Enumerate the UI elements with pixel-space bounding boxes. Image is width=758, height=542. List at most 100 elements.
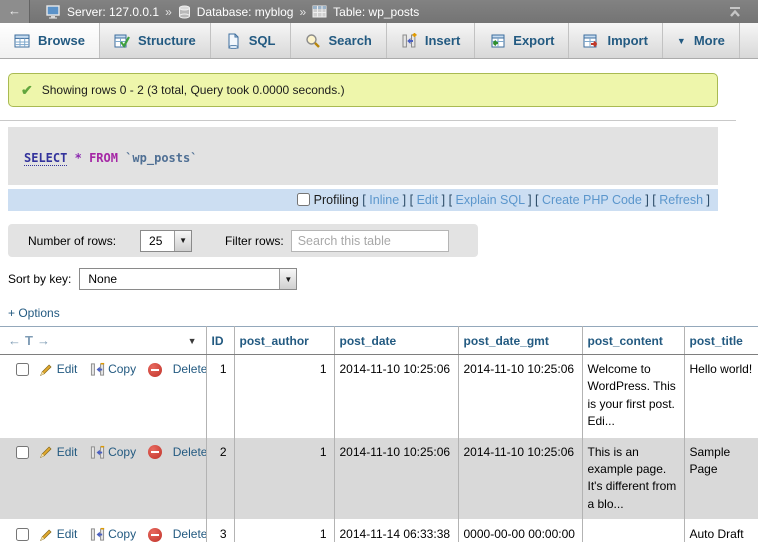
- copy-link[interactable]: Copy: [108, 362, 136, 376]
- edit-link[interactable]: Edit: [57, 362, 78, 376]
- filter-input[interactable]: [291, 230, 449, 252]
- column-header-post-title[interactable]: post_title: [684, 327, 758, 355]
- copy-icon[interactable]: [90, 445, 105, 460]
- cell-post-title: Hello world!: [684, 355, 758, 438]
- sql-query: SELECT * FROM `wp_posts`: [8, 127, 718, 185]
- edit-link[interactable]: Edit: [57, 527, 78, 541]
- column-header-id[interactable]: ID: [206, 327, 234, 355]
- row-select-checkbox[interactable]: [16, 528, 29, 541]
- row-select-checkbox[interactable]: [16, 446, 29, 459]
- delete-icon[interactable]: [148, 445, 162, 459]
- cell-id: 2: [206, 437, 234, 520]
- delete-icon[interactable]: [148, 528, 162, 542]
- row-select-checkbox[interactable]: [16, 363, 29, 376]
- cell-post-date: 2014-11-14 06:33:38: [334, 520, 458, 542]
- cell-post-content: Welcome to WordPress. This is your first…: [582, 355, 684, 438]
- bracket: [: [449, 193, 452, 207]
- breadcrumb-table[interactable]: Table: wp_posts: [333, 5, 419, 19]
- cell-post-content: [582, 520, 684, 542]
- rows-per-page-value: 25: [141, 231, 174, 251]
- column-marker-left-icon[interactable]: ←: [5, 333, 22, 348]
- insert-icon: [401, 33, 417, 49]
- pencil-icon[interactable]: [39, 363, 53, 377]
- row-actions-cell: Edit Copy Delete: [0, 355, 206, 438]
- delete-link[interactable]: Delete: [173, 362, 206, 376]
- status-message: ✔ Showing rows 0 - 2 (3 total, Query too…: [8, 73, 718, 107]
- rows-per-page-select[interactable]: 25 ▼: [140, 230, 192, 252]
- column-header-post-date-gmt[interactable]: post_date_gmt: [458, 327, 582, 355]
- profiling-checkbox[interactable]: [297, 193, 310, 206]
- cell-id: 1: [206, 355, 234, 438]
- sort-key-value: None: [80, 269, 279, 289]
- tab-label: Search: [329, 33, 372, 48]
- bracket: [: [652, 193, 655, 207]
- edit-link[interactable]: Edit: [57, 445, 78, 459]
- cell-post-date-gmt: 2014-11-10 10:25:06: [458, 355, 582, 438]
- column-actions-header[interactable]: ←T→ ▼: [0, 327, 206, 355]
- tab-insert[interactable]: Insert: [387, 23, 475, 58]
- breadcrumb-server[interactable]: Server: 127.0.0.1: [67, 5, 159, 19]
- tab-label: Import: [607, 33, 647, 48]
- browse-icon: [14, 33, 30, 49]
- column-header-post-date[interactable]: post_date: [334, 327, 458, 355]
- create-php-code-link[interactable]: Create PHP Code: [542, 193, 642, 207]
- bracket: [: [535, 193, 538, 207]
- breadcrumb: Server: 127.0.0.1 » Database: myblog » T…: [46, 5, 419, 19]
- bracket: [: [362, 193, 365, 207]
- tab-search[interactable]: Search: [291, 23, 387, 58]
- horizontal-divider: [0, 120, 736, 121]
- breadcrumb-separator: »: [165, 5, 172, 19]
- edit-query-link[interactable]: Edit: [417, 193, 439, 207]
- cell-post-author: 1: [234, 355, 334, 438]
- tab-more[interactable]: ▼ More: [663, 23, 740, 58]
- copy-link[interactable]: Copy: [108, 527, 136, 541]
- delete-link[interactable]: Delete: [173, 527, 206, 541]
- sql-star: *: [75, 151, 82, 165]
- sql-keyword-select[interactable]: SELECT: [24, 151, 67, 166]
- pencil-icon[interactable]: [39, 445, 53, 459]
- column-marker-right-icon[interactable]: →: [34, 333, 51, 348]
- tab-export[interactable]: Export: [475, 23, 569, 58]
- row-controls-bar: Number of rows: 25 ▼ Filter rows:: [8, 224, 478, 257]
- sort-arrow-icon[interactable]: ▼: [188, 336, 197, 346]
- cell-post-title: Sample Page: [684, 437, 758, 520]
- tab-structure[interactable]: Structure: [100, 23, 211, 58]
- copy-icon[interactable]: [90, 362, 105, 377]
- refresh-link[interactable]: Refresh: [659, 193, 703, 207]
- tab-sql[interactable]: SQL: [211, 23, 291, 58]
- table-header-row: ←T→ ▼ ID post_author post_date post_date…: [0, 327, 758, 355]
- pencil-icon[interactable]: [39, 528, 53, 542]
- bracket: ]: [403, 193, 406, 207]
- collapse-icon[interactable]: [728, 5, 742, 18]
- query-options-bar: Profiling [ Inline ] [ Edit ] [ Explain …: [8, 189, 718, 211]
- sort-key-select[interactable]: None ▼: [79, 268, 297, 290]
- tab-browse[interactable]: Browse: [0, 23, 100, 58]
- export-icon: [489, 33, 505, 49]
- column-header-post-content[interactable]: post_content: [582, 327, 684, 355]
- copy-icon[interactable]: [90, 527, 105, 542]
- back-button[interactable]: ←: [0, 0, 30, 23]
- tab-import[interactable]: Import: [569, 23, 662, 58]
- cell-post-date-gmt: 2014-11-10 10:25:06: [458, 437, 582, 520]
- breadcrumb-database[interactable]: Database: myblog: [197, 5, 294, 19]
- chevron-down-icon: ▼: [677, 35, 686, 46]
- options-toggle[interactable]: + Options: [8, 306, 60, 320]
- copy-link[interactable]: Copy: [108, 445, 136, 459]
- tab-label: Insert: [425, 33, 460, 48]
- cell-post-author: 1: [234, 437, 334, 520]
- inline-link[interactable]: Inline: [369, 193, 399, 207]
- column-marker-tee-icon[interactable]: T: [22, 333, 34, 348]
- query-box: SELECT * FROM `wp_posts` Profiling [ Inl…: [8, 127, 718, 211]
- tab-label: More: [694, 33, 725, 48]
- bracket: [: [410, 193, 413, 207]
- cell-post-date: 2014-11-10 10:25:06: [334, 355, 458, 438]
- explain-sql-link[interactable]: Explain SQL: [456, 193, 525, 207]
- delete-icon[interactable]: [148, 363, 162, 377]
- search-icon: [305, 33, 321, 49]
- database-icon: [178, 5, 191, 19]
- bracket: ]: [528, 193, 531, 207]
- table-row: Edit Copy Delete 3 1 2014-11-14 06:33:38…: [0, 520, 758, 542]
- delete-link[interactable]: Delete: [173, 445, 206, 459]
- results-table: ←T→ ▼ ID post_author post_date post_date…: [0, 326, 758, 542]
- column-header-post-author[interactable]: post_author: [234, 327, 334, 355]
